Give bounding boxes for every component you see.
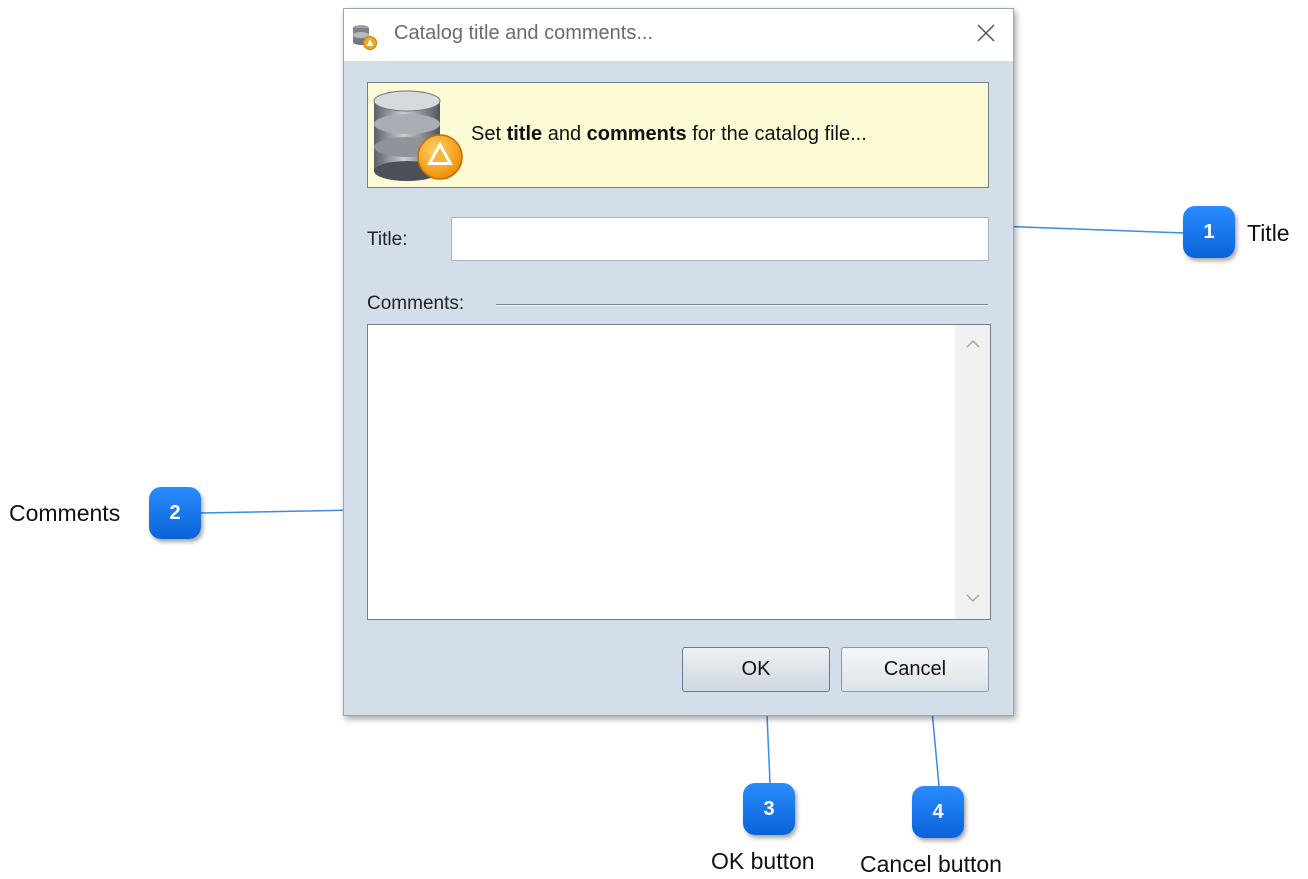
chevron-up-icon	[965, 336, 980, 354]
cancel-button[interactable]: Cancel	[841, 647, 989, 692]
callout-line-1	[995, 225, 1186, 234]
callout-badge-3: 3	[743, 783, 795, 835]
comments-textarea[interactable]	[368, 325, 955, 619]
banner-message: Set title and comments for the catalog f…	[471, 123, 867, 146]
database-warning-icon	[350, 22, 378, 50]
dialog-titlebar: Catalog title and comments...	[344, 9, 1013, 61]
dialog-title: Catalog title and comments...	[394, 22, 654, 44]
callout-line-2	[199, 509, 359, 514]
info-banner: Set title and comments for the catalog f…	[367, 82, 989, 188]
comments-box	[367, 324, 991, 620]
banner-text-comments: comments	[586, 123, 687, 145]
comments-divider	[496, 304, 988, 306]
ok-button[interactable]: OK	[682, 647, 830, 692]
database-warning-icon	[372, 89, 464, 183]
callout-label-cancel-button: Cancel button	[860, 851, 1002, 877]
catalog-dialog: Catalog title and comments... Set title …	[343, 8, 1014, 716]
callout-label-comments: Comments	[9, 500, 121, 526]
scroll-down-button[interactable]	[955, 583, 990, 615]
chevron-down-icon	[965, 590, 980, 608]
title-label: Title:	[367, 229, 408, 250]
callout-badge-2: 2	[149, 487, 201, 539]
comments-scrollbar[interactable]	[955, 325, 990, 619]
title-input[interactable]	[451, 217, 989, 261]
callout-label-ok-button: OK button	[711, 848, 815, 874]
banner-text-title: title	[506, 123, 543, 145]
comments-label: Comments:	[367, 293, 465, 314]
callout-label-title: Title	[1247, 220, 1290, 246]
callout-badge-1: 1	[1183, 206, 1235, 258]
close-icon	[976, 23, 996, 48]
banner-text-prefix: Set	[471, 123, 507, 145]
banner-text-middle: and	[542, 123, 587, 145]
scroll-up-button[interactable]	[955, 329, 990, 361]
banner-text-suffix: for the catalog file...	[686, 123, 867, 145]
close-button[interactable]	[965, 15, 1007, 55]
callout-badge-4: 4	[912, 786, 964, 838]
